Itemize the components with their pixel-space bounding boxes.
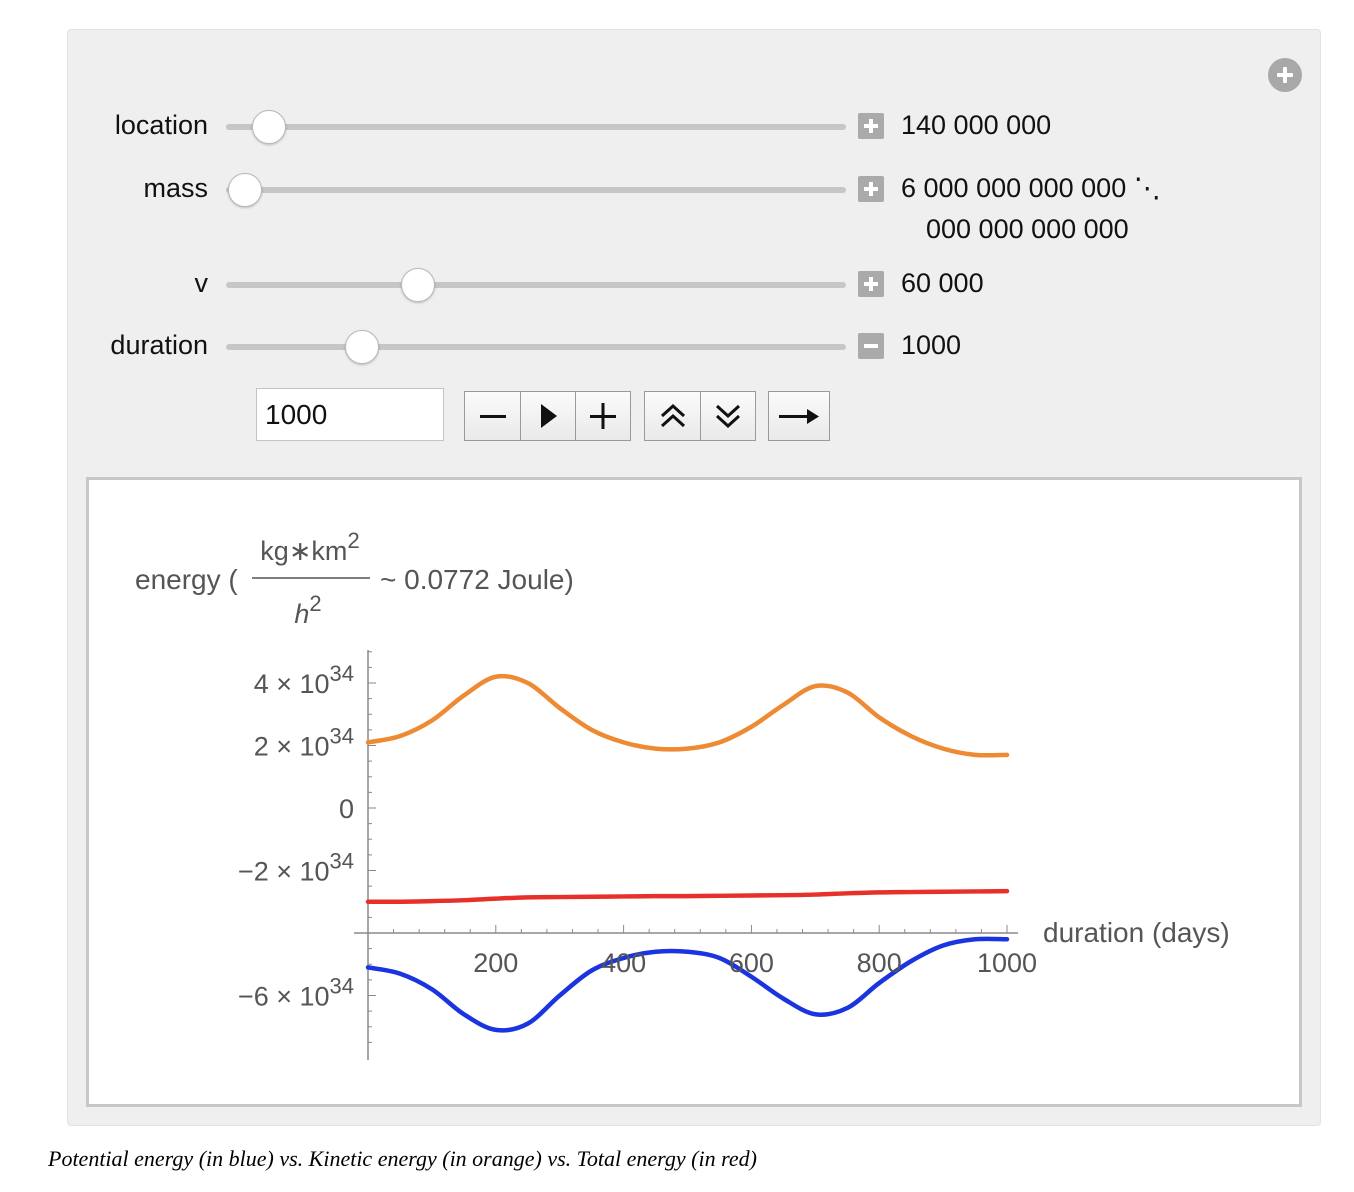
- y-axis-label-numerator: kg∗km2: [260, 528, 359, 566]
- slider-v[interactable]: [226, 268, 846, 302]
- y-axis-label-prefix: energy (: [135, 564, 238, 595]
- y-axis-label-denominator: h2: [294, 591, 321, 629]
- x-tick-label: 1000: [977, 948, 1037, 978]
- potential-energy-series-line: [365, 936, 1010, 1033]
- slider-value-v: 60 000: [901, 268, 984, 298]
- y-tick-label: 4 × 1034: [254, 661, 354, 699]
- x-tick-label: 600: [729, 948, 774, 978]
- y-tick-label: −2 × 1034: [238, 849, 354, 887]
- kinetic-energy-series-line: [365, 673, 1010, 758]
- slider-value-mass: 6 000 000 000 000 ⋱: [901, 173, 1161, 203]
- slider-location[interactable]: [226, 110, 846, 144]
- total-energy-series-line: [365, 888, 1010, 905]
- y-tick-label: 0: [339, 794, 354, 824]
- slider-value-location: 140 000 000: [901, 110, 1052, 140]
- x-tick-label: 800: [857, 948, 902, 978]
- x-tick-label: 200: [473, 948, 518, 978]
- slider-mass[interactable]: [226, 173, 846, 207]
- figure-caption: Potential energy (in blue) vs. Kinetic e…: [48, 1146, 757, 1171]
- slider-thumb-mass[interactable]: [227, 173, 262, 207]
- x-tick-label: 400: [601, 948, 646, 978]
- slider-label-duration: duration: [110, 330, 208, 360]
- y-axis-label-suffix: ~ 0.0772 Joule): [380, 564, 574, 595]
- expand-mass-icon[interactable]: [858, 176, 884, 202]
- expand-location-icon[interactable]: [858, 113, 884, 139]
- slider-thumb-v[interactable]: [401, 268, 436, 302]
- slider-label-v: v: [194, 268, 209, 298]
- expand-v-icon[interactable]: [858, 271, 884, 297]
- slider-value-duration: 1000: [901, 330, 962, 360]
- slider-duration[interactable]: [226, 330, 846, 364]
- y-tick-label: −6 × 1034: [238, 974, 354, 1012]
- y-tick-label: 2 × 1034: [254, 724, 354, 762]
- x-axis-label: duration (days): [1043, 917, 1230, 948]
- collapse-duration-icon[interactable]: [858, 333, 884, 359]
- slider-label-location: location: [114, 110, 208, 140]
- slider-label-mass: mass: [143, 173, 208, 203]
- slider-value-mass-cont: 000 000 000 000: [926, 214, 1129, 244]
